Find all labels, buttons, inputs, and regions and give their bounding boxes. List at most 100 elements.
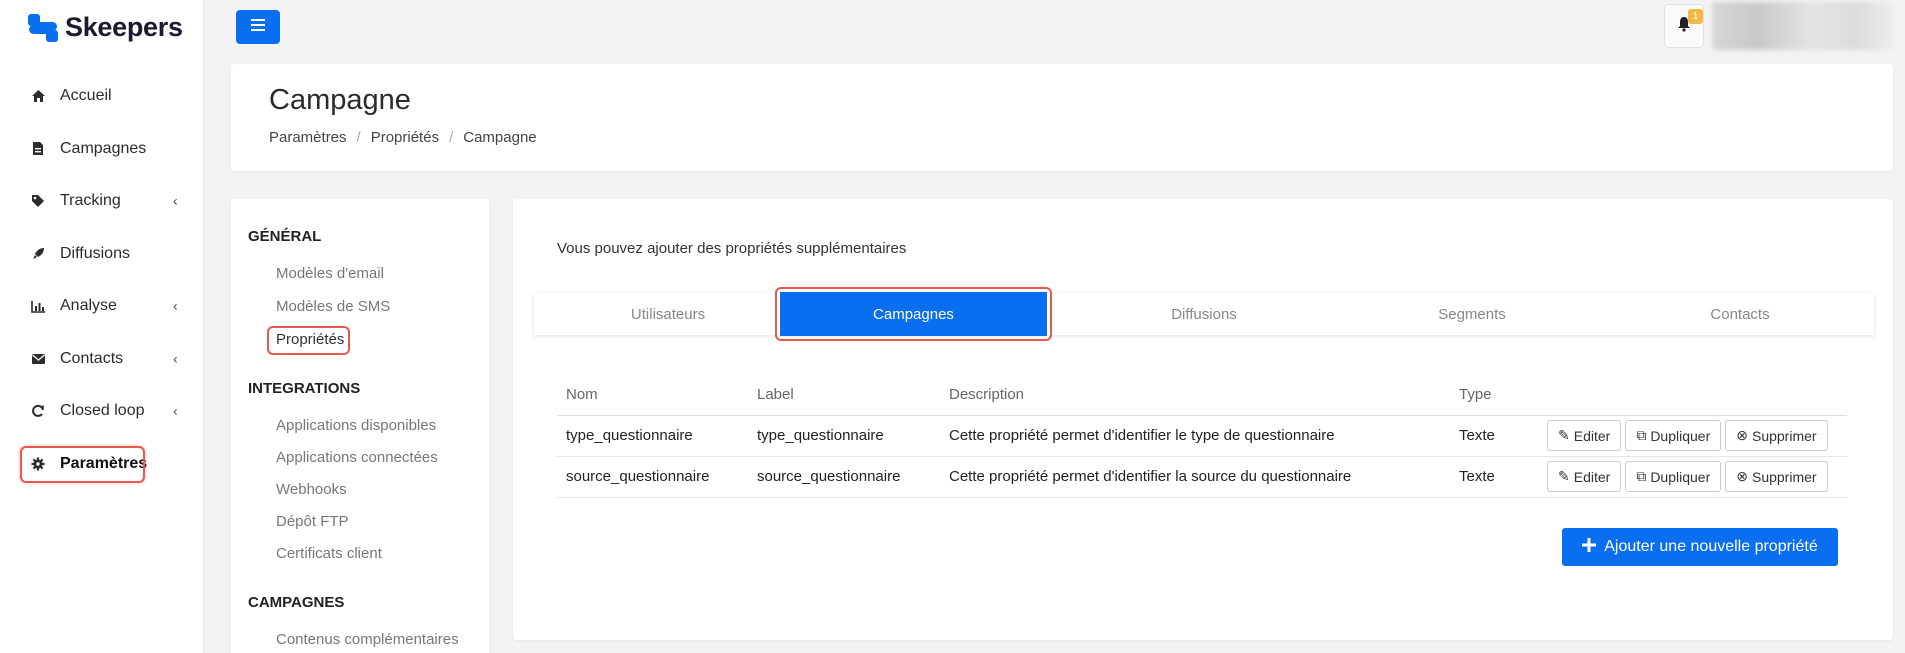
properties-panel: Vous pouvez ajouter des propriétés suppl…	[513, 199, 1893, 640]
intro-text: Vous pouvez ajouter des propriétés suppl…	[557, 240, 907, 257]
sidebar-item-label: Tracking	[60, 192, 121, 210]
settings-link-ftp[interactable]: Dépôt FTP	[276, 513, 349, 530]
settings-link-email-templates[interactable]: Modèles d'email	[276, 265, 384, 282]
close-circle-icon: ⊗	[1736, 468, 1748, 484]
file-icon	[30, 141, 46, 157]
settings-nav-panel: GÉNÉRAL Modèles d'email Modèles de SMS P…	[231, 199, 489, 653]
properties-table: Nom Label Description Type type_question…	[557, 375, 1847, 498]
button-label: Dupliquer	[1650, 468, 1711, 485]
table-row: source_questionnaire source_questionnair…	[557, 456, 1847, 498]
tab-campagnes[interactable]: Campagnes	[780, 292, 1047, 336]
button-label: Supprimer	[1751, 427, 1817, 444]
table-row: type_questionnaire type_questionnaire Ce…	[557, 415, 1847, 457]
cell-description: Cette propriété permet d'identifier la s…	[940, 456, 1450, 498]
copy-icon: ⧉	[1636, 427, 1647, 443]
column-header-actions	[1538, 375, 1847, 416]
sidebar-nav: Accueil Campagnes Tracking ‹ Diffusions	[0, 70, 204, 490]
sidebar-item-tracking[interactable]: Tracking ‹	[0, 175, 204, 228]
sidebar-item-closed-loop[interactable]: Closed loop ‹	[0, 385, 204, 438]
edit-button[interactable]: ✎ Editer	[1547, 420, 1622, 451]
column-header-type: Type	[1450, 375, 1538, 416]
plus-icon	[1582, 537, 1597, 557]
copy-icon: ⧉	[1636, 468, 1647, 484]
settings-link-connected-apps[interactable]: Applications connectées	[276, 449, 438, 466]
settings-link-certificates[interactable]: Certificats client	[276, 545, 382, 562]
button-label: Editer	[1573, 468, 1611, 485]
column-header-nom: Nom	[557, 375, 748, 416]
cell-type: Texte	[1450, 456, 1538, 498]
settings-link-extra-content[interactable]: Contenus complémentaires	[276, 631, 459, 648]
edit-icon: ✎	[1558, 468, 1570, 484]
duplicate-button[interactable]: ⧉ Dupliquer	[1625, 461, 1722, 492]
sidebar-item-analyse[interactable]: Analyse ‹	[0, 280, 204, 333]
menu-toggle-button[interactable]	[236, 10, 280, 44]
edit-button[interactable]: ✎ Editer	[1547, 461, 1622, 492]
breadcrumb-separator: /	[356, 129, 361, 146]
sidebar-item-label: Analyse	[60, 297, 117, 315]
settings-link-webhooks[interactable]: Webhooks	[276, 481, 347, 498]
chevron-left-icon: ‹	[173, 297, 178, 314]
delete-button[interactable]: ⊗ Supprimer	[1725, 461, 1828, 492]
button-label: Editer	[1573, 427, 1611, 444]
edit-icon: ✎	[1558, 427, 1570, 443]
button-label: Ajouter une nouvelle propriété	[1604, 538, 1818, 555]
section-title-campagnes: CAMPAGNES	[248, 594, 345, 611]
sidebar-item-label: Contacts	[60, 349, 124, 367]
settings-link-available-apps[interactable]: Applications disponibles	[276, 417, 436, 434]
section-title-general: GÉNÉRAL	[248, 228, 322, 245]
user-menu[interactable]	[1712, 2, 1892, 50]
page-header: Campagne Paramètres / Propriétés / Campa…	[231, 64, 1893, 171]
sidebar-item-label: Accueil	[60, 87, 112, 105]
settings-link-sms-templates[interactable]: Modèles de SMS	[276, 298, 390, 315]
column-header-description: Description	[940, 375, 1450, 416]
sidebar-item-parametres[interactable]: Paramètres	[0, 438, 204, 491]
settings-link-properties[interactable]: Propriétés	[276, 331, 344, 348]
tab-segments[interactable]: Segments	[1338, 293, 1606, 335]
chevron-left-icon: ‹	[173, 350, 178, 367]
chevron-left-icon: ‹	[173, 402, 178, 419]
sidebar-item-campagnes[interactable]: Campagnes	[0, 123, 204, 176]
active-highlight	[20, 445, 145, 483]
breadcrumb-item[interactable]: Paramètres	[269, 129, 347, 146]
close-circle-icon: ⊗	[1736, 427, 1748, 443]
section-title-integrations: INTEGRATIONS	[248, 380, 361, 397]
sidebar-item-diffusions[interactable]: Diffusions	[0, 228, 204, 281]
cell-description: Cette propriété permet d'identifier le t…	[940, 415, 1450, 457]
tab-diffusions[interactable]: Diffusions	[1070, 293, 1338, 335]
skeepers-logo-icon	[27, 13, 59, 43]
button-label: Supprimer	[1751, 468, 1817, 485]
sidebar-item-label: Closed loop	[60, 402, 145, 420]
tab-utilisateurs[interactable]: Utilisateurs	[534, 293, 802, 335]
home-icon	[30, 88, 46, 104]
cell-label: type_questionnaire	[748, 415, 940, 457]
cell-type: Texte	[1450, 415, 1538, 457]
sidebar-item-label: Campagnes	[60, 139, 147, 157]
breadcrumb-item-current: Campagne	[463, 129, 537, 146]
duplicate-button[interactable]: ⧉ Dupliquer	[1625, 420, 1722, 451]
bar-chart-icon	[30, 298, 46, 314]
cell-nom: type_questionnaire	[557, 415, 748, 457]
cell-nom: source_questionnaire	[557, 456, 748, 498]
cell-actions: ✎ Editer ⧉ Dupliquer ⊗ Supprimer	[1538, 415, 1847, 457]
tab-contacts[interactable]: Contacts	[1606, 293, 1874, 335]
add-property-button[interactable]: Ajouter une nouvelle propriété	[1562, 528, 1838, 566]
button-label: Dupliquer	[1650, 427, 1711, 444]
refresh-icon	[30, 403, 46, 419]
cell-actions: ✎ Editer ⧉ Dupliquer ⊗ Supprimer	[1538, 456, 1847, 498]
envelope-icon	[30, 351, 46, 367]
tag-icon	[30, 193, 46, 209]
brand-logo[interactable]: Skeepers	[27, 12, 183, 43]
property-tabs: Utilisateurs Diffusions Segments Contact…	[534, 293, 1874, 335]
sidebar-item-accueil[interactable]: Accueil	[0, 70, 204, 123]
breadcrumb-item[interactable]: Propriétés	[371, 129, 439, 146]
table-header-row: Nom Label Description Type	[557, 375, 1847, 416]
breadcrumb: Paramètres / Propriétés / Campagne	[269, 129, 537, 146]
sidebar: Skeepers Accueil Campagnes Tracking ‹ Di…	[0, 0, 204, 653]
brand-name: Skeepers	[65, 12, 183, 42]
delete-button[interactable]: ⊗ Supprimer	[1725, 420, 1828, 451]
rocket-icon	[30, 246, 46, 262]
cell-label: source_questionnaire	[748, 456, 940, 498]
sidebar-item-contacts[interactable]: Contacts ‹	[0, 333, 204, 386]
notification-badge: 1	[1688, 9, 1703, 24]
column-header-label: Label	[748, 375, 940, 416]
